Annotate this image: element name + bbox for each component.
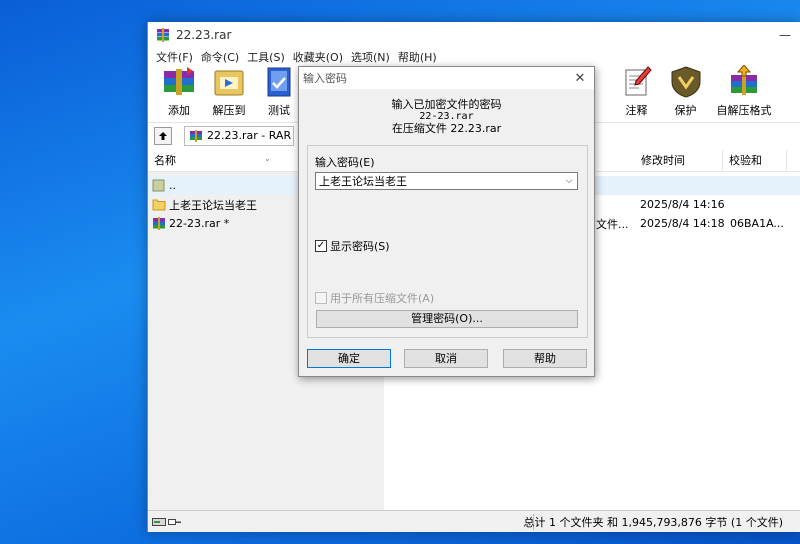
help-button[interactable]: 帮助: [503, 349, 587, 368]
password-combobox[interactable]: 上老王论坛当老王 ⌵: [315, 172, 578, 190]
password-value: 上老王论坛当老王: [319, 175, 407, 188]
menu-file[interactable]: 文件(F): [152, 49, 197, 65]
drive-icon[interactable]: [152, 517, 166, 527]
file-modified: 2025/8/4 14:16: [640, 198, 725, 211]
password-group: 输入密码(E) 上老王论坛当老王 ⌵ ✓ 显示密码(S) 用于所有压缩文件(A)…: [307, 145, 588, 338]
protect-label: 保护: [674, 104, 697, 117]
heading-line-3: 在压缩文件 22.23.rar: [391, 122, 502, 135]
path-box[interactable]: 22.23.rar - RAR: [184, 125, 294, 146]
cancel-button[interactable]: 取消: [404, 349, 488, 368]
file-name: ..: [169, 179, 176, 192]
file-type: 文件...: [596, 217, 629, 231]
menu-bar: 文件(F) 命令(C) 工具(S) 收藏夹(O) 选项(N) 帮助(H): [148, 48, 800, 66]
status-bar: 总计 1 个文件夹 和 1,945,793,876 字节 (1 个文件): [148, 510, 800, 532]
menu-options[interactable]: 选项(N): [347, 49, 394, 65]
column-checksum[interactable]: 校验和: [723, 150, 787, 172]
password-label: 输入密码(E): [315, 156, 375, 169]
title-bar: 22.23.rar —: [148, 22, 800, 48]
extract-to-button[interactable]: 解压到: [204, 65, 254, 118]
manage-passwords-button[interactable]: 管理密码(O)...: [316, 310, 578, 328]
show-password-label: 显示密码(S): [330, 240, 390, 253]
sort-descending-icon: ⌄: [264, 154, 271, 163]
add-books-icon: [164, 67, 194, 95]
key-icon[interactable]: [168, 517, 182, 527]
menu-help[interactable]: 帮助(H): [394, 49, 441, 65]
protect-button[interactable]: 保护: [661, 65, 710, 118]
apply-all-checkbox[interactable]: 用于所有压缩文件(A): [315, 290, 434, 306]
dialog-title: 输入密码: [303, 72, 347, 85]
checkbox-checked: ✓: [315, 240, 327, 252]
sfx-icon: [731, 65, 757, 95]
heading-line-1: 输入已加密文件的密码: [391, 98, 502, 111]
menu-tools[interactable]: 工具(S): [243, 49, 289, 65]
window-title: 22.23.rar: [176, 28, 232, 42]
parent-folder-icon: [152, 179, 165, 192]
add-button[interactable]: 添加: [154, 65, 204, 118]
test-icon: [267, 67, 291, 97]
status-summary: 总计 1 个文件夹 和 1,945,793,876 字节 (1 个文件): [523, 515, 783, 529]
file-checksum: 06BA1A...: [730, 217, 784, 230]
test-label: 测试: [268, 104, 290, 117]
path-text: 22.23.rar - RAR: [207, 129, 292, 142]
chevron-down-icon[interactable]: ⌵: [561, 176, 577, 186]
apply-all-label: 用于所有压缩文件(A): [330, 292, 435, 305]
dialog-heading: 输入已加密文件的密码 22-23.rar 在压缩文件 22.23.rar: [299, 99, 594, 135]
comment-button[interactable]: 注释: [612, 65, 661, 118]
file-name: 上老王论坛当老王: [169, 198, 257, 212]
rar-file-icon: [190, 129, 202, 142]
column-modified[interactable]: 修改时间: [635, 150, 723, 172]
up-arrow-icon: [159, 131, 167, 140]
toolbar-right-group: 毒 注释 保护: [563, 65, 778, 118]
file-modified: 2025/8/4 14:18: [640, 217, 725, 230]
checkbox-unchecked: [315, 292, 327, 304]
menu-favorites[interactable]: 收藏夹(O): [289, 49, 347, 65]
close-icon[interactable]: ✕: [566, 71, 594, 86]
minimize-button[interactable]: —: [770, 28, 800, 42]
winrar-app-icon: [157, 28, 169, 42]
test-button[interactable]: 测试: [254, 65, 304, 118]
show-password-checkbox[interactable]: ✓ 显示密码(S): [315, 238, 390, 254]
ok-button[interactable]: 确定: [307, 349, 391, 368]
menu-commands[interactable]: 命令(C): [197, 49, 243, 65]
sfx-button[interactable]: 自解压格式: [710, 65, 778, 118]
extract-to-label: 解压到: [212, 104, 246, 117]
shield-icon: [671, 66, 700, 98]
password-dialog: 输入密码 ✕ 输入已加密文件的密码 22-23.rar 在压缩文件 22.23.…: [298, 66, 595, 377]
comment-icon: [625, 66, 652, 96]
dialog-title-bar: 输入密码 ✕: [299, 67, 594, 89]
extract-folder-icon: [214, 70, 244, 96]
comment-label: 注释: [625, 104, 648, 117]
file-name: 22-23.rar *: [169, 217, 230, 230]
folder-icon: [152, 199, 166, 211]
add-label: 添加: [168, 104, 190, 117]
rar-file-icon: [153, 217, 165, 230]
up-folder-button[interactable]: [154, 126, 172, 145]
sfx-label: 自解压格式: [716, 104, 772, 117]
